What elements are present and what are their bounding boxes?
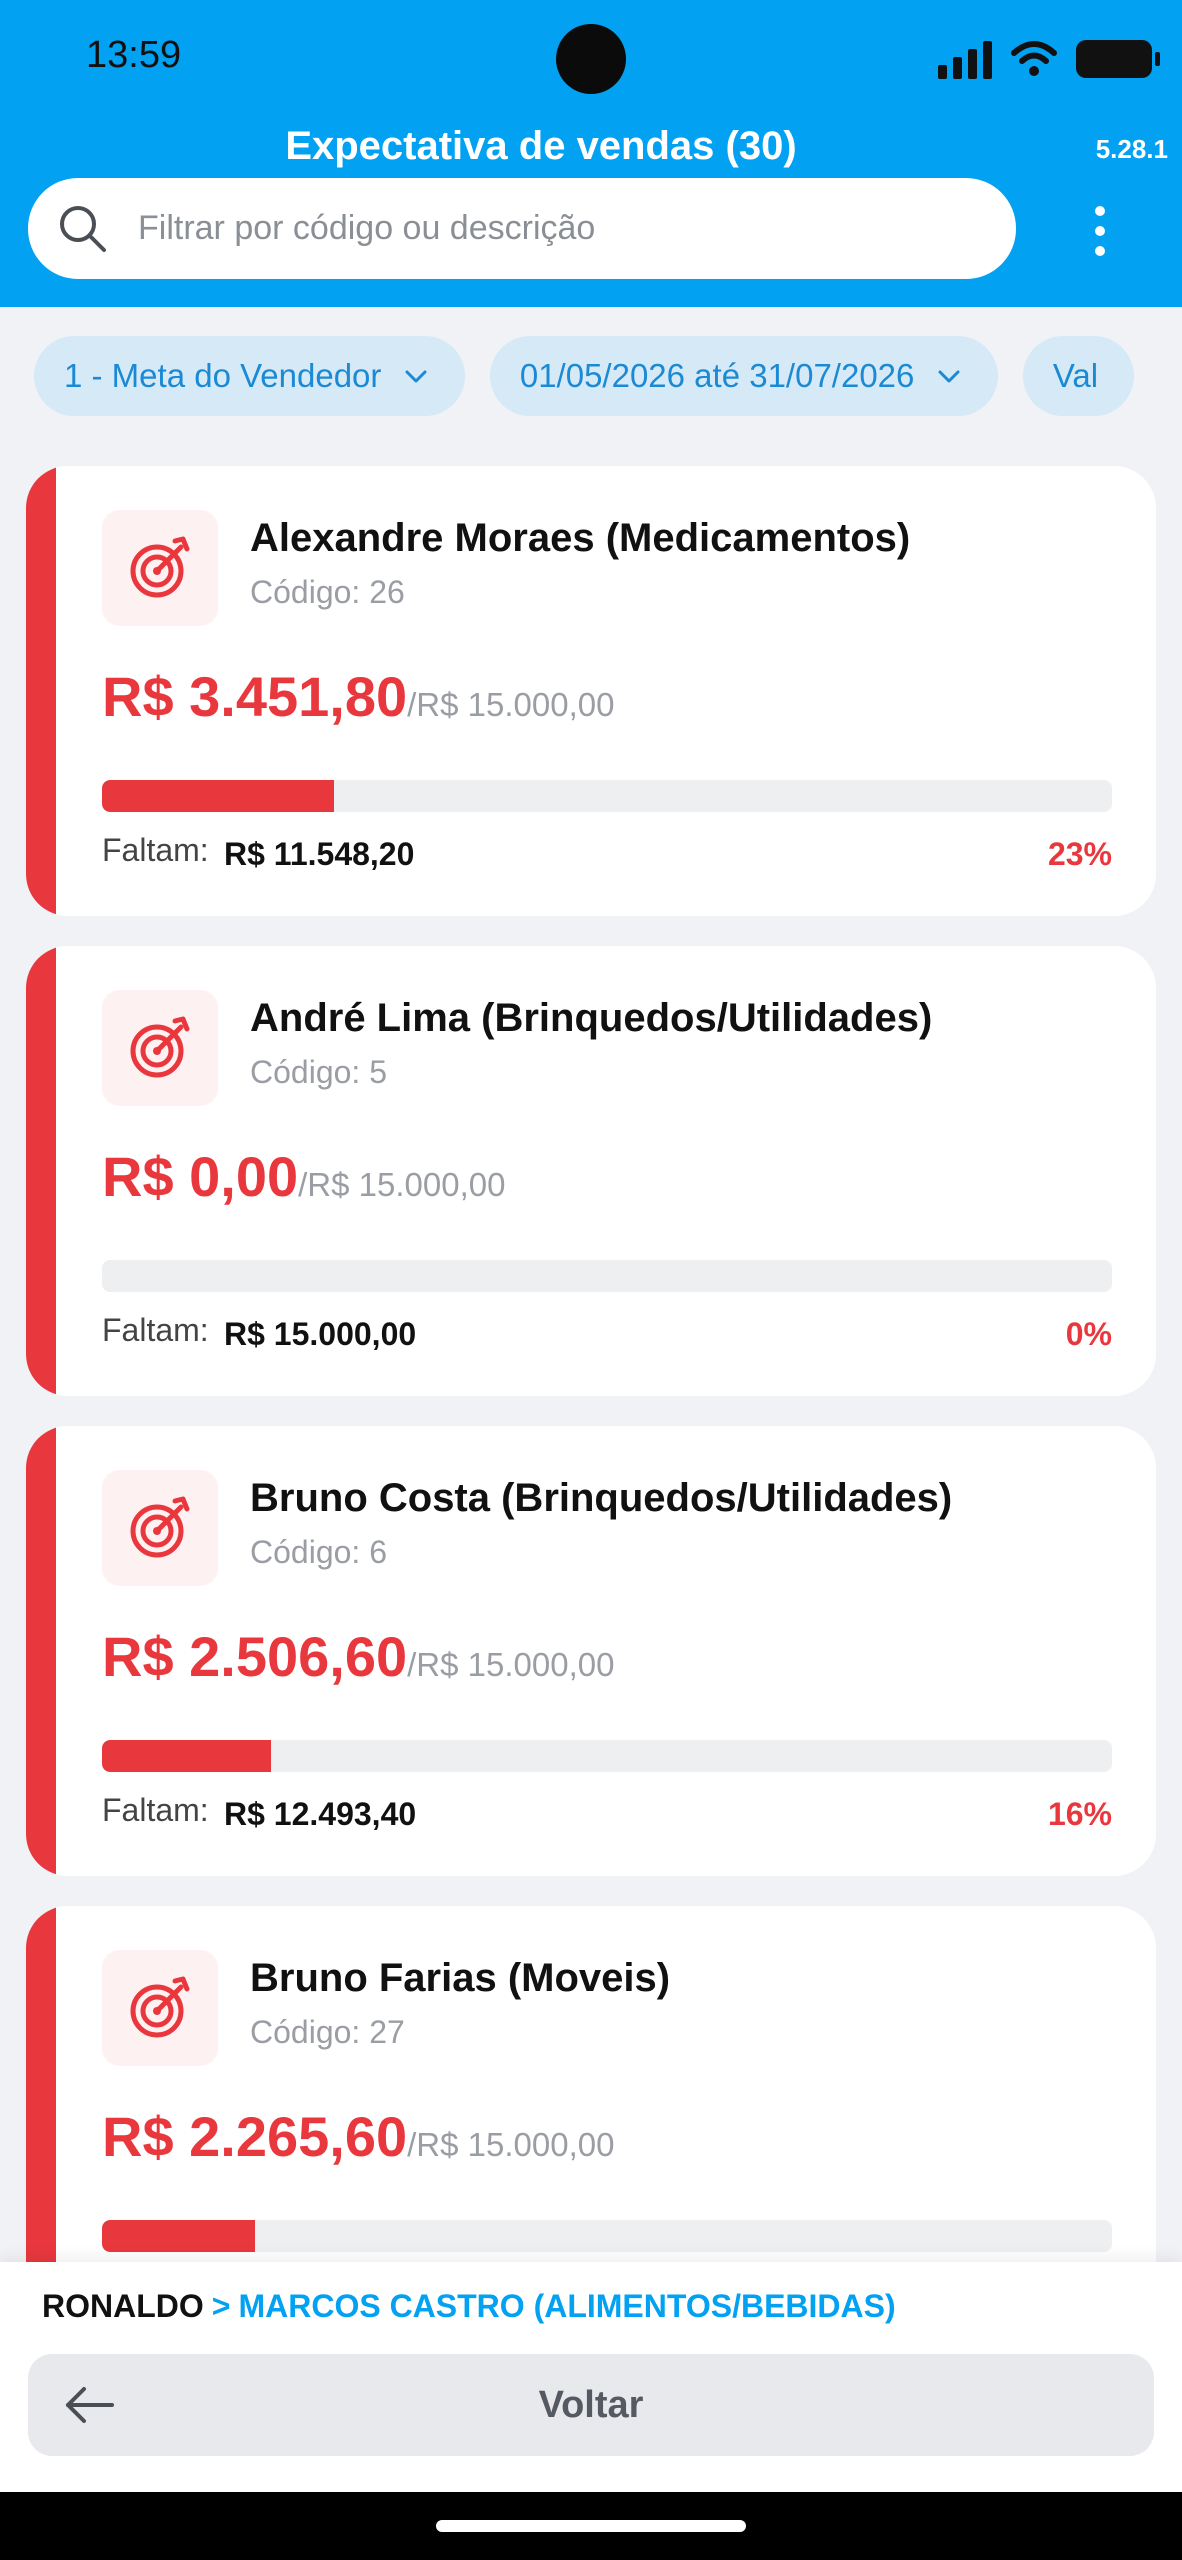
seller-name: André Lima (Brinquedos/Utilidades)	[250, 996, 933, 1040]
search-input[interactable]	[138, 209, 958, 248]
progress-percent: 0%	[1065, 1316, 1112, 1352]
target-amount: /R$ 15.000,00	[407, 2126, 615, 2163]
remaining-label: Faltam:	[102, 1312, 209, 1348]
remaining-amount: R$ 15.000,00	[224, 1316, 417, 1352]
target-icon	[102, 510, 218, 626]
seller-code: Código: 27	[250, 2014, 405, 2050]
remaining-label: Faltam:	[102, 1792, 209, 1828]
achieved-amount: R$ 2.265,60	[102, 2105, 408, 2168]
seller-goal-card[interactable]: André Lima (Brinquedos/Utilidades) Códig…	[26, 946, 1156, 1396]
more-options-icon[interactable]	[1090, 206, 1110, 256]
camera-cutout	[556, 24, 626, 94]
breadcrumb-separator: >	[211, 2288, 231, 2324]
bottom-panel: RONALDO > MARCOS CASTRO (ALIMENTOS/BEBIDAS…	[0, 2262, 1182, 2492]
progress-bar	[102, 1260, 1112, 1292]
filter-chips: 1 - Meta do Vendedor 01/05/2026 até 31/0…	[34, 336, 1182, 416]
page-title: Expectativa de vendas (30)	[285, 124, 797, 168]
progress-bar	[102, 1740, 1112, 1772]
app-header: 13:59 Expectativa de vendas (30) 5.28.1	[0, 0, 1182, 307]
target-icon	[102, 1470, 218, 1586]
amount-line: R$ 2.265,60/R$ 15.000,00	[102, 2104, 614, 2169]
progress-bar-fill	[102, 780, 335, 812]
seller-goal-card[interactable]: Alexandre Moraes (Medicamentos) Código: …	[26, 466, 1156, 916]
home-indicator[interactable]	[436, 2520, 746, 2532]
card-accent-bar	[26, 1426, 56, 1876]
back-button-label: Voltar	[538, 2383, 644, 2426]
target-icon	[102, 990, 218, 1106]
target-amount: /R$ 15.000,00	[407, 1646, 615, 1683]
achieved-amount: R$ 0,00	[102, 1145, 299, 1208]
chevron-down-icon	[405, 370, 427, 383]
progress-percent: 23%	[1047, 836, 1112, 872]
screen: 13:59 Expectativa de vendas (30) 5.28.1	[0, 0, 1182, 2560]
amount-line: R$ 2.506,60/R$ 15.000,00	[102, 1624, 614, 1689]
target-amount: /R$ 15.000,00	[407, 686, 615, 723]
wifi-icon	[1011, 41, 1057, 76]
search-icon	[60, 205, 106, 252]
remaining-amount: R$ 11.548,20	[224, 836, 415, 872]
target-icon	[102, 1950, 218, 2066]
seller-code: Código: 26	[250, 574, 405, 610]
app-version: 5.28.1	[1095, 134, 1168, 164]
card-accent-bar	[26, 466, 56, 916]
seller-name: Alexandre Moraes (Medicamentos)	[250, 516, 911, 560]
achieved-amount: R$ 2.506,60	[102, 1625, 408, 1688]
amount-line: R$ 3.451,80/R$ 15.000,00	[102, 664, 614, 729]
search-bar[interactable]	[28, 178, 1016, 279]
breadcrumb-current: MARCOS CASTRO (ALIMENTOS/BEBIDAS)	[238, 2288, 896, 2324]
chevron-down-icon	[938, 370, 960, 383]
arrow-left-icon	[66, 2387, 114, 2423]
seller-goal-card[interactable]: Bruno Costa (Brinquedos/Utilidades) Códi…	[26, 1426, 1156, 1876]
seller-code: Código: 6	[250, 1534, 387, 1570]
seller-code: Código: 5	[250, 1054, 387, 1090]
target-amount: /R$ 15.000,00	[298, 1166, 506, 1203]
filter-chip-goal-type[interactable]: 1 - Meta do Vendedor	[34, 336, 466, 416]
amount-line: R$ 0,00/R$ 15.000,00	[102, 1144, 505, 1209]
breadcrumb-root[interactable]: RONALDO	[42, 2288, 204, 2324]
cellular-signal-icon	[938, 39, 992, 79]
seller-name: Bruno Farias (Moveis)	[250, 1956, 671, 2000]
remaining-amount: R$ 12.493,40	[224, 1796, 417, 1832]
back-button[interactable]: Voltar	[28, 2354, 1154, 2456]
status-icons	[938, 34, 1160, 84]
progress-bar	[102, 780, 1112, 812]
card-accent-bar	[26, 946, 56, 1396]
battery-icon	[1076, 40, 1160, 78]
progress-bar-fill	[102, 1740, 271, 1772]
filter-chip-label: 01/05/2026 até 31/07/2026	[519, 357, 915, 394]
breadcrumb: RONALDO > MARCOS CASTRO (ALIMENTOS/BEBIDAS…	[42, 2288, 896, 2325]
filter-chip-date-range[interactable]: 01/05/2026 até 31/07/2026	[489, 336, 999, 416]
seller-name: Bruno Costa (Brinquedos/Utilidades)	[250, 1476, 953, 1520]
filter-chip-label: 1 - Meta do Vendedor	[64, 357, 382, 394]
remaining-label: Faltam:	[102, 832, 209, 868]
status-time: 13:59	[86, 34, 182, 76]
achieved-amount: R$ 3.451,80	[102, 665, 408, 728]
filter-chip-value[interactable]: Val	[1022, 336, 1135, 416]
filter-chip-label: Val	[1052, 357, 1099, 394]
progress-bar	[102, 2220, 1112, 2252]
progress-bar-fill	[102, 2220, 255, 2252]
progress-percent: 16%	[1047, 1796, 1112, 1832]
